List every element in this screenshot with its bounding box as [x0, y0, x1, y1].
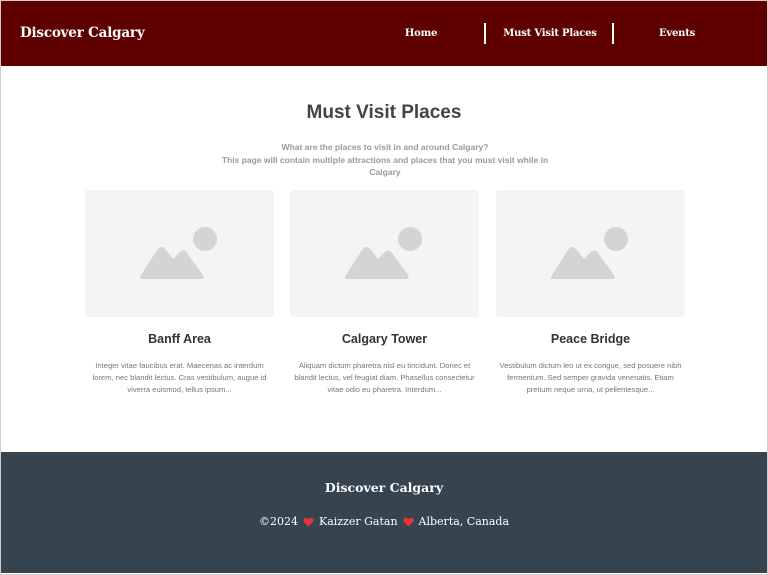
card-title: Calgary Tower	[341, 332, 428, 346]
nav-divider	[612, 23, 614, 44]
card-description: Vestibulum dictum leo ut ex congue, sed …	[499, 361, 682, 394]
place-card[interactable]: Peace Bridge Vestibulum dictum leo ut ex…	[496, 190, 685, 396]
nav-must-visit-places-link[interactable]: Must Visit Places	[501, 1, 599, 66]
site-brand[interactable]: Discover Calgary	[20, 1, 145, 66]
card-title: Peace Bridge	[550, 332, 631, 346]
nav-divider	[484, 23, 486, 44]
footer-location: Alberta, Canada	[418, 515, 510, 528]
footer-copyright: ©2024	[258, 515, 298, 528]
nav-home-link[interactable]: Home	[386, 1, 456, 66]
heart-icon	[402, 517, 414, 527]
site-footer: Discover Calgary ©2024 Kaizzer Gatan Alb…	[1, 452, 767, 573]
card-description: Integer vitae faucibus erat. Maecenas ac…	[92, 361, 267, 394]
card-image	[496, 190, 685, 317]
intro-question: What are the places to visit in and arou…	[281, 142, 489, 152]
card-image	[290, 190, 479, 317]
footer-author: Kaizzer Gatan	[318, 515, 398, 528]
image-placeholder-icon	[140, 227, 217, 279]
card-title: Banff Area	[148, 332, 211, 346]
footer-brand: Discover Calgary	[324, 480, 444, 495]
intro-description: This page will contain multiple attracti…	[221, 154, 549, 178]
footer-credits: ©2024 Kaizzer Gatan Alberta, Canada	[1, 515, 767, 528]
image-placeholder-icon	[345, 227, 422, 279]
card-description: Aliquam dictum pharetra nisl eu tincidun…	[294, 361, 475, 394]
page-intro: What are the places to visit in and arou…	[220, 141, 550, 179]
image-placeholder-icon	[551, 227, 628, 279]
card-image	[85, 190, 274, 317]
nav-events-link[interactable]: Events	[641, 1, 713, 66]
place-card[interactable]: Calgary Tower Aliquam dictum pharetra ni…	[290, 190, 479, 396]
page-title: Must Visit Places	[306, 102, 462, 123]
place-card[interactable]: Banff Area Integer vitae faucibus erat. …	[85, 190, 274, 396]
site-header: Discover Calgary Home Must Visit Places …	[1, 1, 767, 66]
heart-icon	[303, 517, 314, 527]
